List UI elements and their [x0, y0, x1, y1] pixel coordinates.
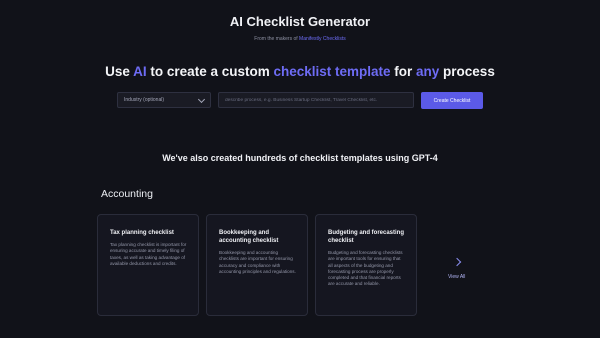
checklist-card-tax-planning[interactable]: Tax planning checklist Tax planning chec…	[97, 214, 199, 316]
create-checklist-button[interactable]: Create Checklist	[421, 92, 483, 109]
card-description: Bookkeeping and accounting checklists ar…	[219, 250, 296, 274]
card-description: Budgeting and forecasting checklists are…	[328, 250, 403, 287]
card-title: Tax planning checklist	[110, 230, 174, 236]
hero-any: any	[416, 64, 440, 79]
app-title: AI Checklist Generator	[229, 14, 371, 29]
templates-heading: We've also created hundreds of checklist…	[162, 153, 438, 163]
checklist-card-bookkeeping[interactable]: Bookkeeping and accounting checklist Boo…	[206, 214, 308, 316]
hero-checklist-template: checklist template	[273, 64, 391, 79]
chevron-right-icon[interactable]	[452, 257, 462, 267]
view-all-link[interactable]: View All	[448, 274, 465, 280]
industry-select-label: Industry (optional)	[124, 97, 165, 103]
card-title: Budgeting and forecasting checklist	[328, 230, 405, 244]
category-title: Accounting	[101, 188, 153, 200]
describe-process-input[interactable]	[218, 92, 414, 108]
subtitle: From the makers of Manifestly Checklists	[0, 36, 600, 42]
checklist-card-budgeting[interactable]: Budgeting and forecasting checklist Budg…	[315, 214, 417, 316]
industry-select[interactable]: Industry (optional)	[117, 92, 211, 108]
card-description: Tax planning checklist is important for …	[110, 242, 187, 266]
hero-text-3: for	[390, 64, 417, 79]
hero-text-4: process	[439, 64, 495, 79]
hero-text-1: Use	[105, 64, 134, 79]
chevron-down-icon	[197, 95, 206, 103]
card-title: Bookkeeping and accounting checklist	[219, 230, 279, 244]
manifestly-link[interactable]: Manifestly Checklists	[299, 36, 346, 42]
subtitle-prefix: From the makers of	[254, 36, 298, 42]
hero-ai: AI	[133, 64, 147, 79]
hero-headline: Use AI to create a custom checklist temp…	[0, 64, 600, 79]
hero-text-2: to create a custom	[146, 64, 274, 79]
